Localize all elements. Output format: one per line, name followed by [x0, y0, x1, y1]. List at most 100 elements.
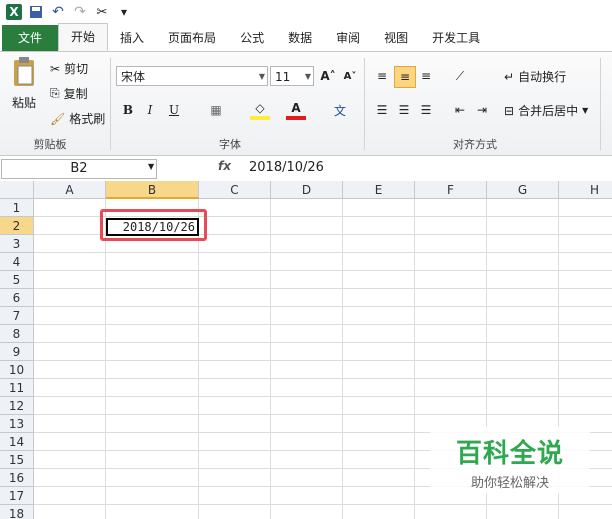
row-header[interactable]: 6: [0, 289, 34, 307]
decrease-indent-icon[interactable]: ⇤: [450, 100, 470, 120]
row-header[interactable]: 16: [0, 469, 34, 487]
align-left-icon[interactable]: ☰: [372, 100, 392, 120]
watermark: 百科全说 助你轻松解决: [430, 427, 590, 493]
scissors-icon: ✂: [50, 61, 61, 76]
tab-developer[interactable]: 开发工具: [420, 25, 492, 51]
format-painter-button[interactable]: 🖌 格式刷: [50, 110, 105, 127]
row-header[interactable]: 8: [0, 325, 34, 343]
gridline: [34, 360, 612, 361]
redo-icon[interactable]: ↷: [72, 4, 88, 20]
tab-review[interactable]: 审阅: [324, 25, 372, 51]
gridline: [34, 252, 612, 253]
font-name-select[interactable]: 宋体 ▼: [116, 66, 268, 86]
row-header[interactable]: 15: [0, 451, 34, 469]
gridline: [34, 504, 612, 505]
tab-formulas[interactable]: 公式: [228, 25, 276, 51]
borders-icon[interactable]: ▦: [206, 100, 226, 120]
select-all-corner[interactable]: [0, 181, 34, 199]
save-icon[interactable]: [28, 4, 44, 20]
font-color-icon[interactable]: A: [286, 100, 306, 120]
row-header[interactable]: 13: [0, 415, 34, 433]
group-separator: [600, 58, 601, 150]
column-header-a[interactable]: A: [34, 181, 106, 199]
formula-bar: B2 ▼ fx 2018/10/26: [0, 157, 612, 182]
merge-icon: ⊟: [504, 103, 515, 118]
align-middle-icon[interactable]: ≡: [394, 66, 416, 88]
font-group-label: 字体: [219, 138, 241, 151]
name-box-dropdown-icon[interactable]: ▼: [148, 162, 154, 171]
tab-home[interactable]: 开始: [58, 23, 109, 51]
highlight-box: [100, 209, 207, 241]
gridline: [34, 324, 612, 325]
gridline: [34, 414, 612, 415]
alignment-group-label: 对齐方式: [453, 138, 497, 151]
tab-insert[interactable]: 插入: [108, 25, 156, 51]
row-header[interactable]: 11: [0, 379, 34, 397]
align-top-icon[interactable]: ≡: [372, 66, 392, 86]
gridline: [34, 288, 612, 289]
gridline: [34, 378, 612, 379]
increase-indent-icon[interactable]: ⇥: [472, 100, 492, 120]
paste-icon: [14, 57, 34, 86]
row-header[interactable]: 7: [0, 307, 34, 325]
ribbon: 粘贴 ✂ 剪切 ⎘ 复制 🖌 格式刷 剪贴板 宋体 ▼ 11 ▼ A˄ A˅ B I…: [0, 52, 612, 156]
increase-font-size-button[interactable]: A˄: [318, 66, 338, 86]
row-header[interactable]: 14: [0, 433, 34, 451]
wrap-text-icon: ↵: [504, 69, 515, 84]
align-bottom-icon[interactable]: ≡: [416, 66, 436, 86]
row-header[interactable]: 9: [0, 343, 34, 361]
tab-view[interactable]: 视图: [372, 25, 420, 51]
column-header-c[interactable]: C: [199, 181, 271, 199]
italic-button[interactable]: I: [140, 100, 160, 120]
merge-center-button[interactable]: ⊟ 合并后居中 ▼: [504, 102, 588, 119]
align-center-icon[interactable]: ☰: [394, 100, 414, 120]
decrease-font-size-button[interactable]: A˅: [340, 66, 360, 86]
row-header[interactable]: 3: [0, 235, 34, 253]
bold-button[interactable]: B: [118, 100, 138, 120]
chevron-down-icon: ▼: [582, 106, 589, 115]
row-header[interactable]: 18: [0, 505, 34, 519]
gridline: [270, 199, 271, 519]
column-header-b[interactable]: B: [106, 181, 199, 199]
column-header-e[interactable]: E: [343, 181, 415, 199]
tab-page-layout[interactable]: 页面布局: [156, 25, 228, 51]
copy-button[interactable]: ⎘ 复制: [50, 85, 88, 102]
wrap-text-button[interactable]: ↵ 自动换行: [504, 68, 566, 85]
font-size-select[interactable]: 11 ▼: [270, 66, 314, 86]
cut-button[interactable]: ✂ 剪切: [50, 60, 88, 77]
column-header-d[interactable]: D: [271, 181, 343, 199]
formula-input[interactable]: 2018/10/26: [249, 160, 324, 175]
fx-button[interactable]: fx: [218, 159, 231, 173]
row-header[interactable]: 2: [0, 217, 34, 235]
watermark-title: 百科全说: [455, 439, 564, 469]
gridline: [198, 199, 199, 519]
row-header[interactable]: 5: [0, 271, 34, 289]
gridline: [34, 342, 612, 343]
undo-icon[interactable]: ↶: [50, 4, 66, 20]
orientation-icon[interactable]: ⟋: [450, 66, 470, 86]
ribbon-tabs: 文件 开始 插入 页面布局 公式 数据 审阅 视图 开发工具: [0, 23, 612, 52]
customize-qat-dropdown[interactable]: ▾: [116, 4, 132, 20]
name-box[interactable]: B2: [1, 159, 157, 179]
quick-access-toolbar: X ↶ ↷ ✂ ▾: [0, 0, 612, 24]
row-header[interactable]: 1: [0, 199, 34, 217]
column-header-f[interactable]: F: [415, 181, 487, 199]
row-header[interactable]: 4: [0, 253, 34, 271]
watermark-subtitle: 助你轻松解决: [470, 476, 549, 491]
tools-icon[interactable]: ✂: [94, 4, 110, 20]
paste-button[interactable]: 粘贴: [6, 56, 42, 126]
row-header[interactable]: 17: [0, 487, 34, 505]
tab-file[interactable]: 文件: [2, 25, 59, 51]
column-header-g[interactable]: G: [487, 181, 559, 199]
column-header-h[interactable]: H: [559, 181, 612, 199]
brush-icon: 🖌: [50, 111, 66, 126]
phonetic-icon[interactable]: 文: [330, 100, 350, 120]
fill-color-icon[interactable]: ◇: [250, 100, 270, 120]
row-header[interactable]: 12: [0, 397, 34, 415]
tab-data[interactable]: 数据: [276, 25, 324, 51]
group-separator: [364, 58, 365, 150]
excel-logo-icon: X: [6, 4, 22, 20]
row-header[interactable]: 10: [0, 361, 34, 379]
underline-button[interactable]: U: [164, 100, 184, 120]
align-right-icon[interactable]: ☰: [416, 100, 436, 120]
